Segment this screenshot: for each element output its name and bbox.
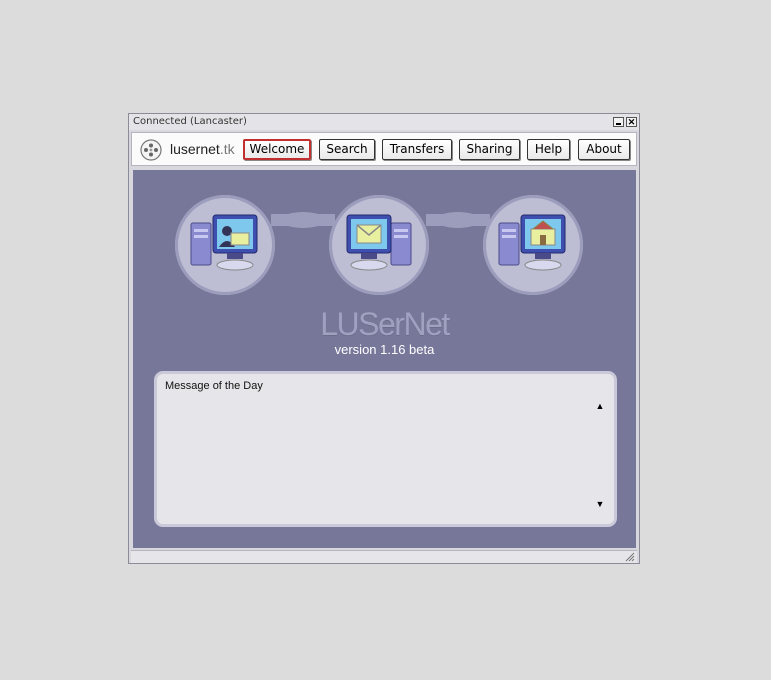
sharing-button[interactable]: Sharing <box>459 139 520 160</box>
user-computer-node <box>175 195 275 295</box>
welcome-panel: LUSerNet version 1.16 beta Message of th… <box>133 170 636 548</box>
help-button[interactable]: Help <box>527 139 570 160</box>
version-label: version 1.16 beta <box>334 342 435 357</box>
search-button[interactable]: Search <box>319 139 375 160</box>
brand-title: LUSerNet <box>320 306 450 342</box>
logo-text: lusernet.tk <box>170 141 235 157</box>
home-computer-node <box>483 195 583 295</box>
computer-network-icon <box>346 214 412 271</box>
logo-suffix: .tk <box>219 141 235 157</box>
transfers-button[interactable]: Transfers <box>382 139 452 160</box>
computer-home-icon <box>498 214 566 271</box>
title-bar[interactable]: Connected (Lancaster) ✕ <box>129 114 639 130</box>
scroll-down-arrow-icon[interactable]: ▼ <box>593 498 607 510</box>
logo-icon <box>140 139 162 161</box>
window-title: Connected (Lancaster) <box>133 116 247 127</box>
computer-user-icon <box>190 214 258 271</box>
network-computer-node <box>329 195 429 295</box>
app-window: Connected (Lancaster) ✕ lusernet.tk Welc… <box>128 113 640 564</box>
close-button[interactable]: ✕ <box>626 117 637 127</box>
resize-grip-icon[interactable] <box>625 552 635 562</box>
motd-title: Message of the Day <box>165 380 263 392</box>
message-of-the-day-box[interactable]: Message of the Day ▲ ▼ <box>154 371 617 527</box>
logo-name: lusernet <box>170 141 220 157</box>
welcome-button[interactable]: Welcome <box>243 139 311 160</box>
minimize-button[interactable] <box>613 117 624 127</box>
about-button[interactable]: About <box>578 139 630 160</box>
nav-bar: lusernet.tk Welcome Search Transfers Sha… <box>131 132 637 166</box>
status-bar <box>131 550 637 563</box>
scroll-up-arrow-icon[interactable]: ▲ <box>593 400 607 412</box>
